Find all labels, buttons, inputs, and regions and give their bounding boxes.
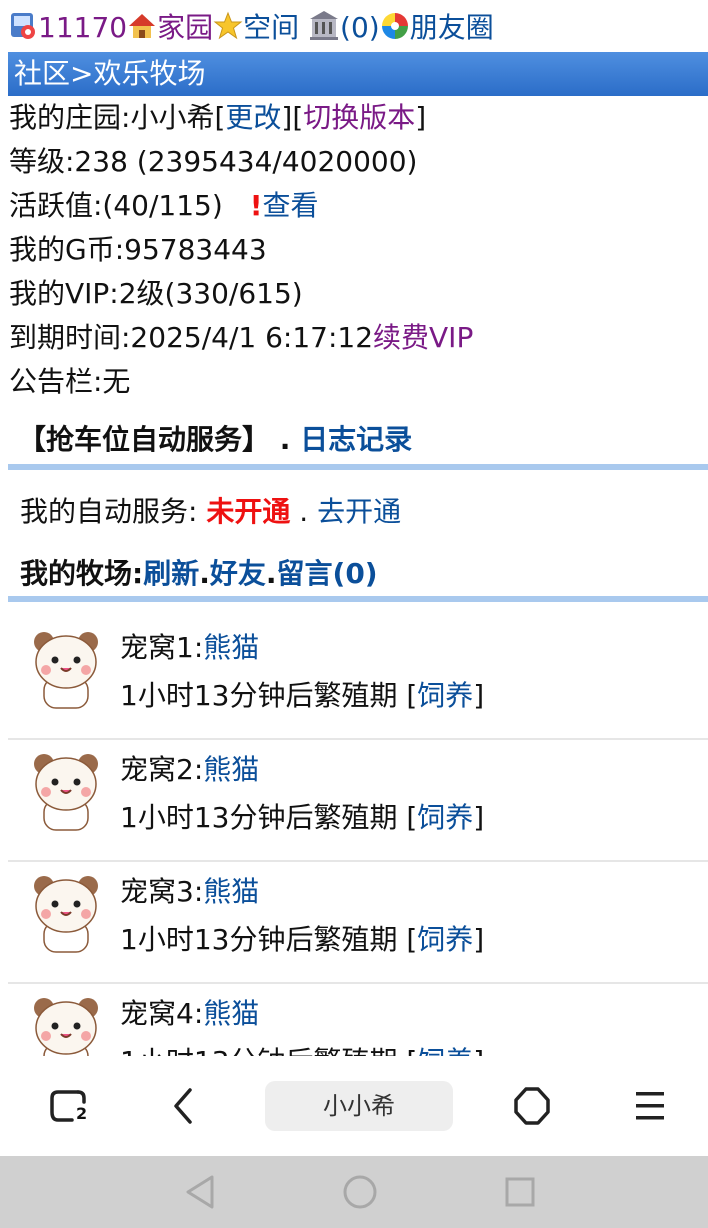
manor-label: 我的庄园:	[9, 101, 131, 134]
pen-status: 1小时13分钟后繁殖期 [饲养]	[120, 798, 484, 838]
status-not-opened: 未开通	[206, 495, 291, 528]
address-bar[interactable]: 小小希	[265, 1081, 453, 1131]
divider	[8, 464, 708, 470]
pen-item: 宠窝2:熊猫 1小时13分钟后繁殖期 [饲养]	[8, 738, 708, 862]
tab-count: 2	[76, 1104, 88, 1123]
pen-label: 宠窝2:	[120, 753, 204, 786]
pen-title: 宠窝4:熊猫	[120, 994, 259, 1034]
feed-link[interactable]: 饲养	[417, 923, 473, 956]
panda-icon	[30, 628, 102, 716]
switch-version-link[interactable]: 切换版本	[303, 101, 415, 134]
user-count-link[interactable]: 11170	[38, 11, 127, 44]
bracket: ]	[473, 801, 485, 834]
bracket: ]	[415, 101, 427, 134]
star-icon[interactable]	[213, 10, 243, 54]
bracket: ]	[473, 1045, 484, 1056]
pen-label: 宠窝1:	[120, 631, 204, 664]
pen-status: 1小时13分钟后繁殖期 [饲养]	[120, 920, 484, 960]
system-home-icon[interactable]	[342, 1174, 378, 1214]
vip-text: 我的VIP:2级(330/615)	[9, 277, 303, 310]
message-link[interactable]: 留言(0)	[277, 557, 378, 590]
dot: .	[279, 423, 291, 456]
auto-service-line: 我的自动服务: 未开通 . 去开通	[20, 490, 401, 530]
ranch-label: 我的牧场:	[20, 557, 144, 590]
menu-icon[interactable]	[634, 1088, 666, 1128]
pen-title: 宠窝1:熊猫	[120, 628, 259, 668]
breeding-status: 1小时13分钟后繁殖期 [	[120, 679, 418, 712]
top-nav: 11170 家园 空间 (0) 朋友圈	[8, 6, 494, 50]
bracket: ]	[473, 923, 485, 956]
dot: .	[199, 557, 210, 590]
system-recents-icon[interactable]	[504, 1176, 536, 1212]
panda-icon	[30, 872, 102, 960]
manor-name: 小小希	[130, 101, 215, 134]
pen-item: 宠窝3:熊猫 1小时13分钟后繁殖期 [饲养]	[8, 860, 708, 984]
expire-line: 到期时间:2025/4/1 6:17:12续费VIP	[9, 316, 473, 360]
web-page: 11170 家园 空间 (0) 朋友圈 社区>欢乐牧场 我的庄园:小小希[更改]…	[0, 0, 708, 1056]
dot: .	[299, 495, 309, 528]
pen-title: 宠窝2:熊猫	[120, 750, 259, 790]
ranch-header: 我的牧场:刷新.好友.留言(0)	[20, 552, 378, 592]
gcoin-text: 我的G币:95783443	[9, 233, 267, 266]
pen-title: 宠窝3:熊猫	[120, 872, 259, 912]
panda-icon	[30, 994, 102, 1056]
animal-link[interactable]: 熊猫	[203, 997, 259, 1030]
level-text: 等级:238 (2395434/4020000)	[9, 145, 418, 178]
browser-toolbar: 2 小小希	[0, 1056, 708, 1156]
divider	[8, 596, 708, 602]
activity-line: 活跃值:(40/115) !查看	[9, 184, 319, 228]
auto-service-label: 我的自动服务:	[20, 495, 198, 528]
mail-count-link[interactable]: (0)	[340, 11, 380, 44]
feed-link[interactable]: 饲养	[417, 679, 473, 712]
home-button[interactable]	[512, 1086, 552, 1130]
bracket: ][	[281, 101, 304, 134]
home-link[interactable]: 家园	[157, 11, 213, 44]
view-link[interactable]: 查看	[262, 189, 318, 222]
space-link[interactable]: 空间	[243, 11, 299, 44]
animal-link[interactable]: 熊猫	[203, 875, 259, 908]
animal-link[interactable]: 熊猫	[203, 631, 259, 664]
bracket: [	[214, 101, 226, 134]
open-service-link[interactable]: 去开通	[317, 495, 401, 528]
pen-status: 1小时13分钟后繁殖期 [饲养]	[120, 1042, 484, 1056]
manor-line: 我的庄园:小小希[更改][切换版本]	[9, 96, 426, 140]
activity-text: 活跃值:(40/115)	[9, 189, 223, 222]
dot: .	[265, 557, 277, 590]
friends-circle-link[interactable]: 朋友圈	[410, 11, 494, 44]
renew-vip-link[interactable]: 续费VIP	[373, 321, 473, 354]
user-icon[interactable]	[8, 10, 38, 54]
tabs-button[interactable]: 2	[48, 1086, 92, 1130]
parking-title: 【抢车位自动服务】	[18, 423, 271, 456]
animal-link[interactable]: 熊猫	[203, 753, 259, 786]
breeding-status: 1小时13分钟后繁殖期 [	[120, 923, 418, 956]
log-link[interactable]: 日志记录	[300, 423, 412, 456]
feed-link[interactable]: 饲养	[417, 1045, 473, 1056]
feed-link[interactable]: 饲养	[417, 801, 473, 834]
panda-icon	[30, 750, 102, 838]
back-button[interactable]	[168, 1086, 200, 1130]
friends-link[interactable]: 好友	[210, 557, 266, 590]
system-back-icon[interactable]	[184, 1174, 216, 1214]
pen-item: 宠窝1:熊猫 1小时13分钟后繁殖期 [饲养]	[8, 616, 708, 740]
pen-label: 宠窝4:	[120, 997, 204, 1030]
building-icon[interactable]	[308, 9, 340, 54]
breeding-status: 1小时13分钟后繁殖期 [	[120, 1045, 417, 1056]
parking-header: 【抢车位自动服务】 . 日志记录	[18, 418, 412, 458]
home-icon[interactable]	[127, 10, 157, 54]
notice-text: 公告栏:无	[9, 365, 131, 398]
bracket: ]	[473, 679, 485, 712]
pen-item: 宠窝4:熊猫 1小时13分钟后繁殖期 [饲养]	[8, 982, 708, 1056]
pinwheel-icon[interactable]	[380, 10, 410, 54]
breadcrumb: 社区>欢乐牧场	[8, 52, 708, 96]
refresh-link[interactable]: 刷新	[143, 557, 199, 590]
breeding-status: 1小时13分钟后繁殖期 [	[120, 801, 418, 834]
alert-icon: !	[249, 189, 263, 222]
expire-text: 到期时间:2025/4/1 6:17:12	[9, 321, 374, 354]
change-link[interactable]: 更改	[225, 101, 281, 134]
pen-status: 1小时13分钟后繁殖期 [饲养]	[120, 676, 484, 716]
pen-label: 宠窝3:	[120, 875, 204, 908]
system-nav-bar	[0, 1156, 708, 1228]
